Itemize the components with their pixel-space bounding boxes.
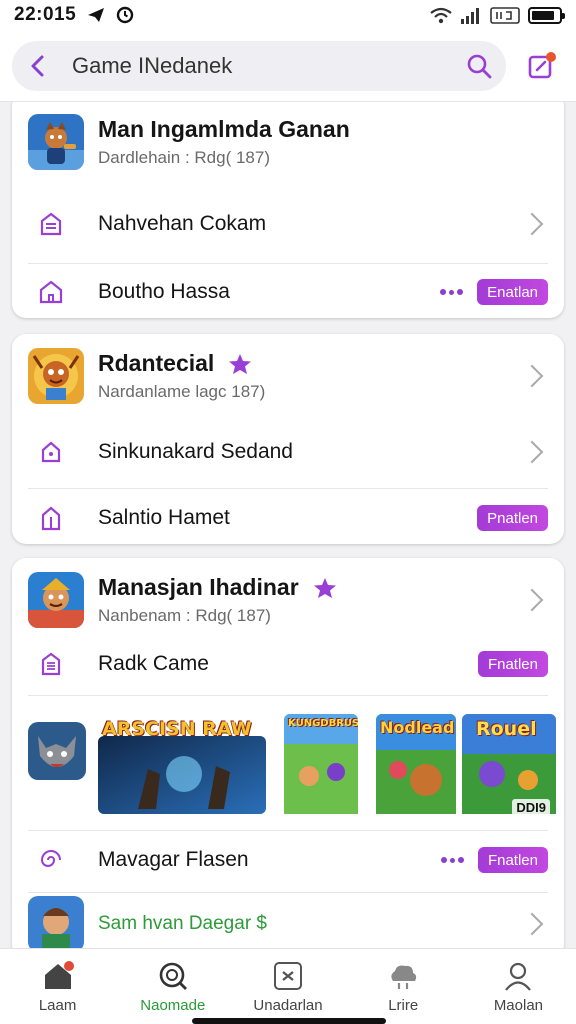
- banner-title: ARSCISN RAW: [102, 718, 252, 740]
- game-thumbnail: [28, 896, 84, 948]
- status-badge[interactable]: Fnatlen: [477, 847, 548, 873]
- home-icon: [44, 961, 74, 989]
- game-card: Manasjan Ihadinar Nanbenam : Rdg( 187) R…: [12, 558, 564, 948]
- top-bar: Game INedanek: [0, 30, 576, 102]
- nav-label: Unadarlan: [253, 997, 323, 1014]
- game-banner[interactable]: ARSCISN RAW: [98, 714, 266, 822]
- nav-label: Laam: [38, 997, 77, 1014]
- list-item-label: Mavagar Flasen: [98, 848, 249, 871]
- chevron-right-icon: [520, 364, 544, 388]
- wolf-game-thumbnail[interactable]: [28, 722, 86, 780]
- list-item[interactable]: Boutho Hassa Enatlan: [28, 262, 548, 318]
- list-item[interactable]: Sinkunakard Sedand: [28, 422, 548, 482]
- game-header[interactable]: Man Ingamlmda Ganan Dardlehain : Rdg( 18…: [28, 110, 548, 174]
- nav-item-cloud[interactable]: Lrire: [346, 949, 461, 1024]
- game-card: Man Ingamlmda Ganan Dardlehain : Rdg( 18…: [12, 102, 564, 318]
- list-item[interactable]: Salntio Hamet Pnatlen: [28, 488, 548, 544]
- list-item[interactable]: Radk Came Fnatlen: [28, 634, 548, 694]
- list-item-label: Salntio Hamet: [98, 506, 230, 529]
- game-header[interactable]: Sam hvan Daegar $: [28, 892, 548, 948]
- game-header[interactable]: Manasjan Ihadinar Nanbenam : Rdg( 187): [28, 568, 548, 632]
- star-icon: [229, 353, 252, 374]
- divider: [28, 695, 548, 696]
- clock-icon: [116, 6, 134, 24]
- status-bar: 22:015: [0, 0, 576, 30]
- game-thumbnail: [28, 114, 84, 170]
- more-dots-icon: [440, 857, 464, 863]
- battery-icon: [528, 6, 565, 24]
- bottom-nav: Laam Naomade Unadarlan Lrire Maolan: [0, 948, 576, 1024]
- star-icon: [313, 577, 336, 598]
- nav-item-profile[interactable]: Maolan: [461, 949, 576, 1024]
- list-item-label: Radk Came: [98, 652, 209, 675]
- game-subtitle: Nanbenam : Rdg( 187): [98, 606, 271, 625]
- document-icon: [38, 651, 64, 677]
- nav-item-games[interactable]: Unadarlan: [230, 949, 345, 1024]
- status-badge[interactable]: Pnatlen: [477, 505, 548, 531]
- wifi-icon: [430, 7, 452, 23]
- game-banner[interactable]: KUNGDBRUS: [284, 714, 358, 822]
- edit-notification-icon: [528, 51, 556, 78]
- spiral-icon: [38, 847, 64, 873]
- nav-item-home[interactable]: Laam: [0, 949, 115, 1024]
- chevron-right-icon: [520, 588, 544, 612]
- game-banner[interactable]: Nodlead: [376, 714, 456, 822]
- banner-badge: DDI9: [512, 799, 550, 816]
- chevron-right-icon: [520, 440, 544, 464]
- game-subtitle: Nardanlame lagc 187): [98, 382, 266, 401]
- banner-title: KUNGDBRUS: [288, 718, 358, 729]
- banner-title: Rouel: [476, 718, 537, 740]
- chevron-right-icon: [520, 212, 544, 236]
- list-item-label: Boutho Hassa: [98, 280, 230, 303]
- game-subtitle: Dardlehain : Rdg( 187): [98, 148, 270, 167]
- game-thumbnail: [28, 348, 84, 404]
- chevron-right-icon: [520, 912, 544, 936]
- status-badge[interactable]: Fnatlen: [477, 651, 548, 677]
- status-time: 22:015: [14, 4, 77, 25]
- back-arrow-icon[interactable]: [28, 54, 46, 78]
- send-icon: [88, 8, 105, 22]
- search-icon: [159, 962, 187, 990]
- cloud-icon: [391, 965, 417, 989]
- nav-label: Lrire: [388, 997, 419, 1014]
- profile-icon: [505, 962, 532, 991]
- search-bar[interactable]: Game INedanek: [12, 40, 506, 91]
- game-title: Rdantecial: [98, 350, 215, 376]
- gamepad-icon: [274, 962, 302, 990]
- house-icon: [38, 279, 64, 305]
- home-indicator: [192, 1018, 386, 1024]
- game-card: Rdantecial Nardanlame lagc 187) Sinkunak…: [12, 334, 564, 544]
- list-item[interactable]: Nahvehan Cokam: [28, 194, 548, 254]
- list-item-label: Nahvehan Cokam: [98, 212, 267, 235]
- list-item-label: Sinkunakard Sedand: [98, 440, 293, 463]
- game-banner[interactable]: Rouel DDI9: [462, 714, 556, 822]
- list-item[interactable]: Mavagar Flasen Fnatlen: [28, 830, 548, 890]
- game-carousel: ARSCISN RAW KUNGDBRUS Nodlead Rouel DDI9: [28, 706, 556, 818]
- signal-icon: [461, 7, 479, 24]
- game-header[interactable]: Rdantecial Nardanlame lagc 187): [28, 344, 548, 408]
- house-icon: [38, 439, 64, 465]
- search-input[interactable]: Game INedanek: [72, 53, 466, 79]
- game-thumbnail: [28, 572, 84, 628]
- status-badge[interactable]: Enatlan: [477, 279, 548, 305]
- game-list: Man Ingamlmda Ganan Dardlehain : Rdg( 18…: [0, 102, 576, 948]
- nav-label: Maolan: [493, 997, 544, 1014]
- game-title: Sam hvan Daegar $: [98, 913, 267, 934]
- data-icon: [490, 6, 520, 24]
- nav-item-search[interactable]: Naomade: [115, 949, 230, 1024]
- building-icon: [38, 211, 64, 237]
- game-title: Manasjan Ihadinar: [98, 574, 299, 600]
- search-icon[interactable]: [466, 53, 492, 79]
- nav-label: Naomade: [140, 997, 206, 1014]
- more-dots-icon: [440, 289, 464, 295]
- notifications-button[interactable]: [524, 48, 560, 84]
- game-title: Man Ingamlmda Ganan: [98, 116, 350, 142]
- house-icon: [38, 505, 64, 531]
- banner-title: Nodlead: [380, 718, 455, 737]
